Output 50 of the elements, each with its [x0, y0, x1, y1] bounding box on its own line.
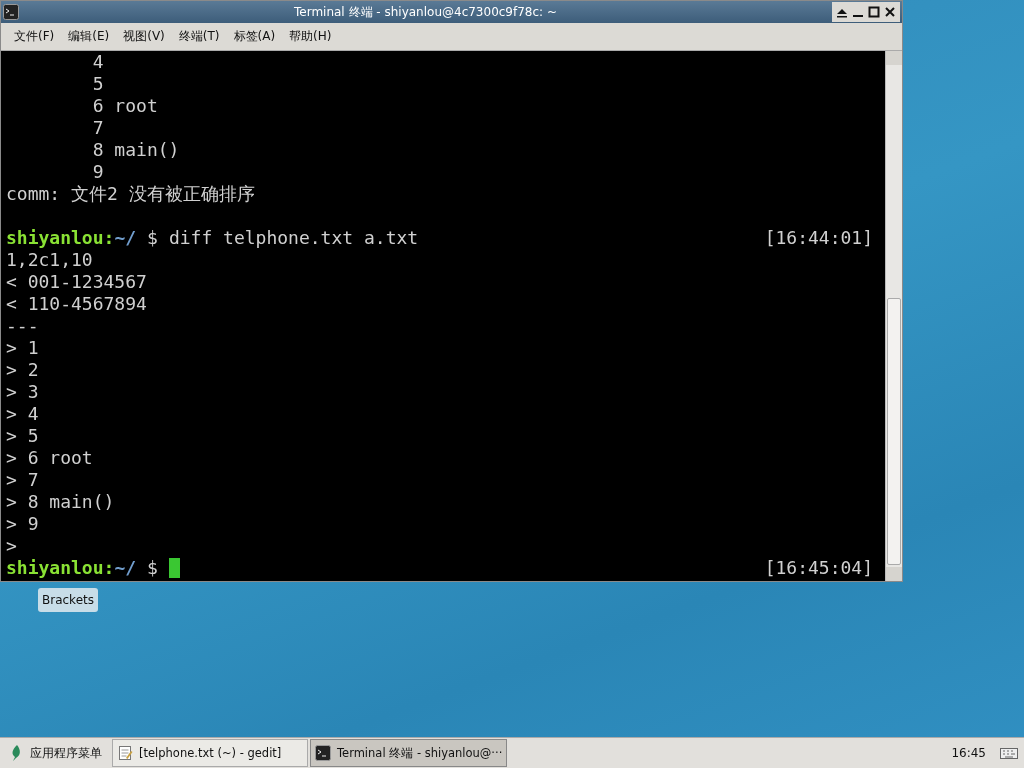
desktop-icon-label[interactable]: Brackets	[38, 588, 98, 612]
leaf-icon	[10, 744, 22, 762]
menu-item[interactable]: 标签(A)	[226, 26, 283, 47]
output-line: 5	[91, 73, 104, 95]
window-title: Terminal 终端 - shiyanlou@4c7300c9f78c: ~	[293, 3, 558, 21]
keyboard-icon[interactable]	[1000, 746, 1018, 760]
prompt-user: shiyanlou:	[6, 227, 115, 249]
output-line: 4	[91, 51, 104, 73]
output-line: comm: 文件2 没有被正确排序	[6, 183, 255, 205]
taskbar-button[interactable]: [telphone.txt (~) - gedit]	[112, 739, 308, 767]
prompt-path: ~/	[114, 227, 137, 249]
output-line: 8 main()	[91, 139, 180, 161]
terminal-icon	[315, 745, 331, 761]
menu-item[interactable]: 编辑(E)	[61, 26, 117, 47]
document-icon	[117, 745, 133, 761]
output-line: 6 root	[91, 95, 158, 117]
close-icon[interactable]	[883, 5, 897, 19]
timestamp: [16:45:04]	[764, 557, 873, 579]
clock[interactable]: 16:45	[951, 746, 998, 760]
command-text: diff telphone.txt a.txt	[168, 227, 419, 249]
menu-item[interactable]: 终端(T)	[171, 26, 227, 47]
menu-label: 应用程序菜单	[30, 744, 102, 762]
output-line: ---	[6, 315, 39, 337]
output-line: 9	[91, 161, 104, 183]
menu-item[interactable]: 文件(F)	[7, 26, 62, 47]
output-line: > 9	[6, 513, 39, 535]
output-line: > 7	[6, 469, 39, 491]
applications-menu[interactable]: 应用程序菜单	[2, 739, 110, 767]
output-line: > 6 root	[6, 447, 93, 469]
prompt-user: shiyanlou:	[6, 557, 115, 579]
output-line: > 3	[6, 381, 39, 403]
maximize-icon[interactable]	[867, 5, 881, 19]
output-line: > 5	[6, 425, 39, 447]
timestamp: [16:44:01]	[764, 227, 873, 249]
menu-item[interactable]: 视图(V)	[116, 26, 172, 47]
terminal-icon[interactable]	[3, 4, 19, 20]
output-line: > 1	[6, 337, 39, 359]
prompt-symbol: $	[147, 557, 158, 579]
output-line: < 001-1234567	[6, 271, 147, 293]
output-line: 1,2c1,10	[6, 249, 93, 271]
output-line: > 4	[6, 403, 39, 425]
menu-item[interactable]: 帮助(H)	[282, 26, 339, 47]
output-line: 7	[91, 117, 104, 139]
prompt-symbol: $	[147, 227, 158, 249]
output-line: >	[6, 535, 17, 557]
prompt-path: ~/	[114, 557, 137, 579]
taskbar-button[interactable]: Terminal 终端 - shiyanlou@···	[310, 739, 508, 767]
output-line: < 110-4567894	[6, 293, 147, 315]
output-line: > 2	[6, 359, 39, 381]
output-line: > 8 main()	[6, 491, 115, 513]
